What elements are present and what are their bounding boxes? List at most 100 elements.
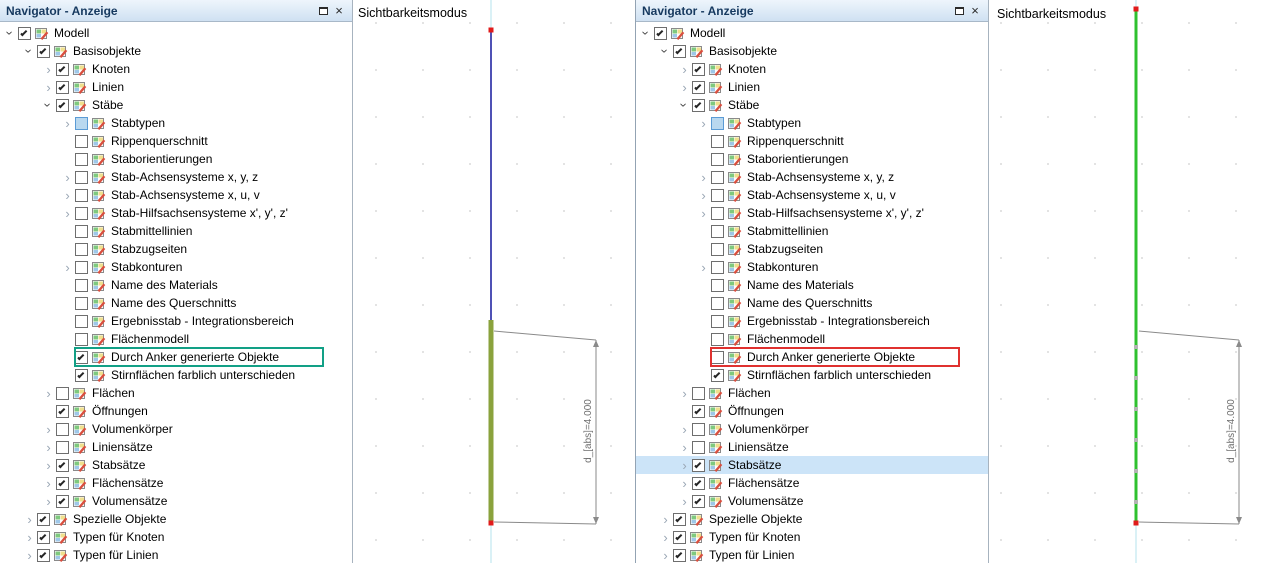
visibility-checkbox[interactable] (75, 188, 88, 202)
visibility-checkbox[interactable] (692, 404, 705, 418)
tree-item-name-des-materials[interactable]: Name des Materials (0, 276, 352, 294)
expand-arrow-icon[interactable]: › (677, 61, 692, 77)
expand-arrow-icon[interactable]: › (41, 475, 56, 491)
tree-item-stirnfl-chen-farblich-unterschieden[interactable]: Stirnflächen farblich unterschieden (636, 366, 988, 384)
visibility-checkbox[interactable] (56, 476, 69, 490)
visibility-checkbox[interactable] (692, 422, 705, 436)
tree-item-volumens-tze[interactable]: › Volumensätze (636, 492, 988, 510)
visibility-checkbox[interactable] (75, 296, 88, 310)
tree-item-stab-achsensysteme-x-y-z[interactable]: › Stab-Achsensysteme x, y, z (636, 168, 988, 186)
tree-item-stab-hilfsachsensysteme-x-y-z[interactable]: › Stab-Hilfsachsensysteme x', y', z' (0, 204, 352, 222)
close-button[interactable]: × (331, 3, 347, 19)
expand-arrow-icon[interactable]: › (696, 259, 711, 275)
viewport-right[interactable]: d_[abs]=4.000 Sichtbarkeitsmodus (989, 0, 1270, 563)
tree-item-knoten[interactable]: › Knoten (636, 60, 988, 78)
expand-arrow-icon[interactable]: › (696, 115, 711, 131)
tree-item-typen-f-r-linien[interactable]: › Typen für Linien (0, 546, 352, 563)
tree-item-typen-f-r-linien[interactable]: › Typen für Linien (636, 546, 988, 563)
tree-item-volumenk-rper[interactable]: › Volumenkörper (0, 420, 352, 438)
visibility-checkbox[interactable] (75, 278, 88, 292)
float-window-button[interactable] (315, 3, 331, 19)
expand-arrow-icon[interactable]: › (677, 475, 692, 491)
visibility-checkbox[interactable] (37, 44, 50, 58)
tree-item-stabs-tze[interactable]: › Stabsätze (636, 456, 988, 474)
tree-item-stabtypen[interactable]: › Stabtypen (636, 114, 988, 132)
visibility-checkbox[interactable] (75, 332, 88, 346)
collapse-arrow-icon[interactable]: › (3, 26, 19, 41)
tree-item-basisobjekte[interactable]: › Basisobjekte (636, 42, 988, 60)
viewport-left[interactable]: d_[abs]=4.000 Sichtbarkeitsmodus (353, 0, 635, 563)
visibility-checkbox[interactable] (673, 530, 686, 544)
tree-item-stabtypen[interactable]: › Stabtypen (0, 114, 352, 132)
tree-item-stabzugseiten[interactable]: Stabzugseiten (636, 240, 988, 258)
tree-item-stab-achsensysteme-x-y-z[interactable]: › Stab-Achsensysteme x, y, z (0, 168, 352, 186)
visibility-checkbox[interactable] (692, 62, 705, 76)
visibility-checkbox[interactable] (654, 26, 667, 40)
tree-item-rippenquerschnitt[interactable]: Rippenquerschnitt (0, 132, 352, 150)
tree-item-stab-achsensysteme-x-u-v[interactable]: › Stab-Achsensysteme x, u, v (636, 186, 988, 204)
visibility-checkbox[interactable] (692, 98, 705, 112)
visibility-checkbox[interactable] (75, 170, 88, 184)
expand-arrow-icon[interactable]: › (658, 547, 673, 563)
tree-item-basisobjekte[interactable]: › Basisobjekte (0, 42, 352, 60)
tree-item-stabkonturen[interactable]: › Stabkonturen (636, 258, 988, 276)
tree-item-knoten[interactable]: › Knoten (0, 60, 352, 78)
tree-item-ergebnisstab-integrationsbereich[interactable]: Ergebnisstab - Integrationsbereich (636, 312, 988, 330)
visibility-checkbox[interactable] (711, 134, 724, 148)
tree-item-stabmittellinien[interactable]: Stabmittellinien (0, 222, 352, 240)
tree-item-fl-chenmodell[interactable]: Flächenmodell (0, 330, 352, 348)
expand-arrow-icon[interactable]: › (696, 169, 711, 185)
visibility-checkbox[interactable] (673, 548, 686, 562)
tree-item-typen-f-r-knoten[interactable]: › Typen für Knoten (0, 528, 352, 546)
tree-item-ffnungen[interactable]: Öffnungen (0, 402, 352, 420)
tree-item-liniens-tze[interactable]: › Liniensätze (636, 438, 988, 456)
visibility-checkbox[interactable] (711, 206, 724, 220)
visibility-checkbox[interactable] (711, 260, 724, 274)
visibility-checkbox[interactable] (673, 512, 686, 526)
tree-item-linien[interactable]: › Linien (636, 78, 988, 96)
tree-item-durch-anker-generierte-objekte[interactable]: Durch Anker generierte Objekte (0, 347, 352, 367)
float-window-button[interactable] (951, 3, 967, 19)
collapse-arrow-icon[interactable]: › (677, 98, 693, 113)
tree-item-fl-chens-tze[interactable]: › Flächensätze (0, 474, 352, 492)
expand-arrow-icon[interactable]: › (658, 511, 673, 527)
expand-arrow-icon[interactable]: › (696, 205, 711, 221)
tree-item-stirnfl-chen-farblich-unterschieden[interactable]: Stirnflächen farblich unterschieden (0, 366, 352, 384)
close-button[interactable]: × (967, 3, 983, 19)
visibility-checkbox[interactable] (692, 494, 705, 508)
tree-item-fl-chen[interactable]: › Flächen (0, 384, 352, 402)
tree-item-modell[interactable]: › Modell (636, 24, 988, 42)
collapse-arrow-icon[interactable]: › (22, 44, 38, 59)
expand-arrow-icon[interactable]: › (60, 187, 75, 203)
tree-item-spezielle-objekte[interactable]: › Spezielle Objekte (0, 510, 352, 528)
expand-arrow-icon[interactable]: › (41, 457, 56, 473)
visibility-checkbox[interactable] (711, 242, 724, 256)
viewport-canvas-left[interactable]: d_[abs]=4.000 Sichtbarkeitsmodus (353, 0, 635, 563)
visibility-checkbox[interactable] (711, 224, 724, 238)
tree-item-stab-achsensysteme-x-u-v[interactable]: › Stab-Achsensysteme x, u, v (0, 186, 352, 204)
tree-item-typen-f-r-knoten[interactable]: › Typen für Knoten (636, 528, 988, 546)
visibility-checkbox[interactable] (711, 332, 724, 346)
visibility-checkbox[interactable] (37, 530, 50, 544)
visibility-checkbox[interactable] (56, 80, 69, 94)
visibility-checkbox[interactable] (56, 98, 69, 112)
visibility-checkbox[interactable] (711, 368, 724, 382)
visibility-checkbox[interactable] (692, 458, 705, 472)
viewport-canvas-right[interactable]: d_[abs]=4.000 Sichtbarkeitsmodus (989, 0, 1270, 563)
visibility-checkbox[interactable] (75, 224, 88, 238)
visibility-checkbox[interactable] (56, 422, 69, 436)
expand-arrow-icon[interactable]: › (22, 547, 37, 563)
visibility-checkbox[interactable] (56, 404, 69, 418)
tree-item-st-be[interactable]: › Stäbe (636, 96, 988, 114)
tree-item-fl-chen[interactable]: › Flächen (636, 384, 988, 402)
visibility-checkbox[interactable] (711, 116, 724, 130)
expand-arrow-icon[interactable]: › (60, 259, 75, 275)
visibility-checkbox[interactable] (711, 296, 724, 310)
visibility-checkbox[interactable] (37, 512, 50, 526)
tree-item-fl-chenmodell[interactable]: Flächenmodell (636, 330, 988, 348)
visibility-checkbox[interactable] (56, 458, 69, 472)
tree-item-stabs-tze[interactable]: › Stabsätze (0, 456, 352, 474)
tree-item-stabkonturen[interactable]: › Stabkonturen (0, 258, 352, 276)
node-top[interactable] (1133, 6, 1139, 12)
tree-item-staborientierungen[interactable]: Staborientierungen (636, 150, 988, 168)
